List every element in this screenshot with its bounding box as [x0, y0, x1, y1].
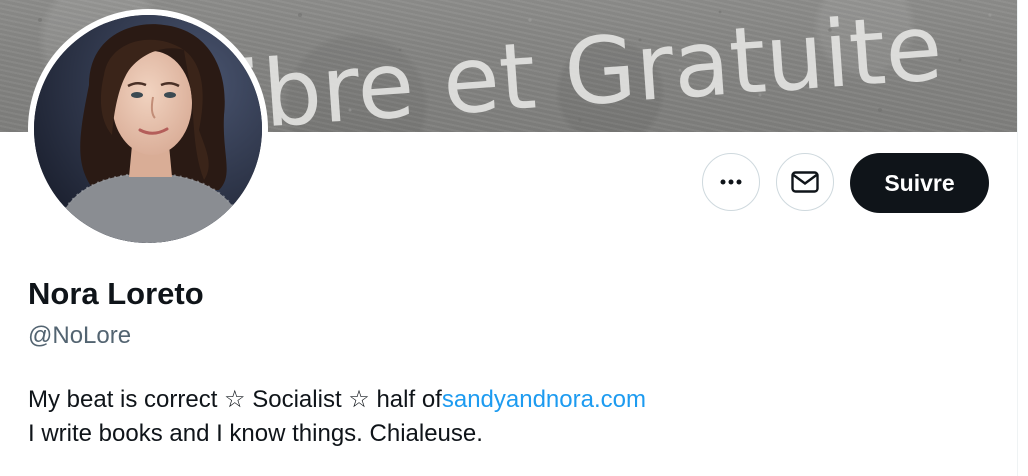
profile-avatar[interactable] — [28, 9, 268, 249]
envelope-icon — [791, 171, 819, 193]
profile-handle: @NoLore — [28, 322, 132, 349]
bio-line-1: My beat is correct ☆ Socialist ☆ half of… — [28, 383, 646, 417]
profile-name: Nora Loreto — [28, 276, 204, 311]
bio-website-link[interactable]: sandyandnora.com — [442, 386, 646, 413]
follow-button[interactable]: Suivre — [850, 153, 989, 213]
bio-text-1: My beat is correct ☆ Socialist ☆ half of — [28, 386, 442, 413]
avatar-photo — [34, 15, 262, 243]
profile-bio: My beat is correct ☆ Socialist ☆ half of… — [28, 383, 646, 451]
more-options-button[interactable] — [702, 153, 760, 211]
bio-line-2: I write books and I know things. Chialeu… — [28, 420, 483, 447]
ellipsis-icon — [720, 179, 742, 185]
profile-page: ibre et Gratuite Suivre Nora Loreto @NoL… — [0, 0, 1028, 476]
message-button[interactable] — [776, 153, 834, 211]
page-edge — [1017, 0, 1028, 476]
graffiti-text: ibre et Gratuite — [234, 0, 945, 132]
